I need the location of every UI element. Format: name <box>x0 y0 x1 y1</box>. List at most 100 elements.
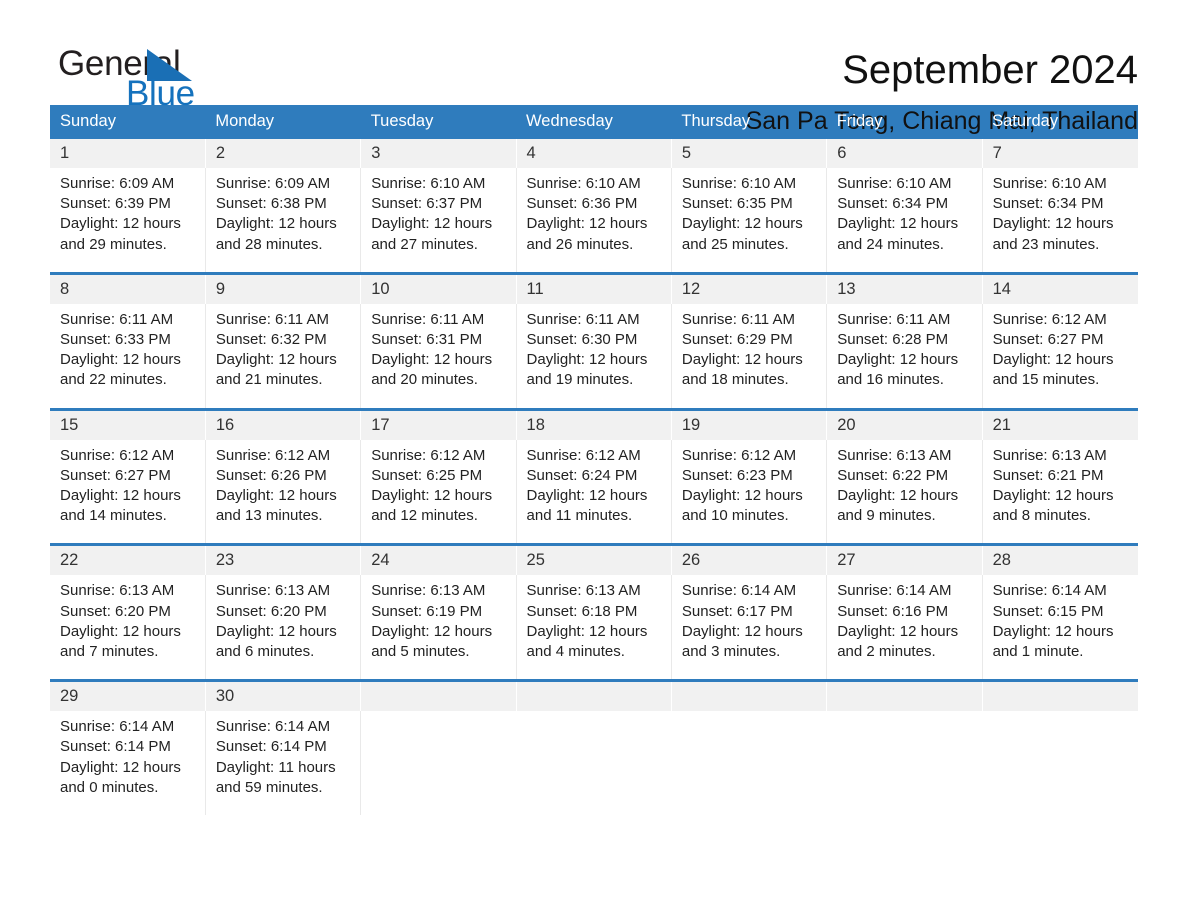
day-daylight-line2-text: and 18 minutes. <box>681 371 789 389</box>
day-number[interactable]: 6 <box>826 139 983 168</box>
day-sunrise-text: Sunrise: 6:12 AM <box>992 310 1107 328</box>
day-number[interactable]: 4 <box>516 139 672 168</box>
day-sunrise-text: Sunrise: 6:13 AM <box>215 582 331 600</box>
day-sunset-text: Sunset: 6:38 PM <box>215 195 327 213</box>
day-daylight-line1-text: Daylight: 12 hours <box>992 351 1114 369</box>
generalblue-logo[interactable]: General Blue <box>50 44 350 114</box>
day-sunset-text: Sunset: 6:35 PM <box>681 195 793 213</box>
day-cell: Sunrise: 6:10 AM Sunset: 6:35 PM Daylight:… <box>671 168 828 274</box>
day-daylight-line2-text: and 8 minutes. <box>992 507 1091 525</box>
day-number[interactable]: 14 <box>982 271 1138 304</box>
day-number[interactable]: 10 <box>360 271 517 304</box>
day-number[interactable]: 24 <box>360 543 517 576</box>
day-cell: Sunrise: 6:11 AM Sunset: 6:28 PM Daylight:… <box>826 303 983 410</box>
day-sunrise-text: Sunrise: 6:11 AM <box>681 310 795 328</box>
day-number[interactable]: 12 <box>671 271 828 304</box>
week-detail-row: Sunrise: 6:13 AM Sunset: 6:20 PM Daylight:… <box>50 575 1138 681</box>
day-number[interactable]: 17 <box>360 407 517 440</box>
day-cell: Sunrise: 6:13 AM Sunset: 6:19 PM Daylight:… <box>360 575 517 681</box>
day-number[interactable]: 27 <box>826 543 983 576</box>
day-number[interactable]: 16 <box>205 407 362 440</box>
day-daylight-line1-text: Daylight: 12 hours <box>371 487 493 505</box>
day-daylight-line1-text: Daylight: 12 hours <box>837 351 959 369</box>
day-number[interactable]: 11 <box>516 271 672 304</box>
day-cell: Sunrise: 6:13 AM Sunset: 6:22 PM Daylight:… <box>826 439 983 545</box>
day-daylight-line2-text: and 3 minutes. <box>681 643 781 661</box>
day-number[interactable]: 23 <box>205 543 362 576</box>
day-daylight-line2-text: and 21 minutes. <box>215 371 323 389</box>
day-cell: Sunrise: 6:12 AM Sunset: 6:25 PM Daylight:… <box>360 439 517 545</box>
day-cell: Sunrise: 6:14 AM Sunset: 6:16 PM Daylight:… <box>826 575 983 681</box>
day-sunrise-text: Sunrise: 6:13 AM <box>371 582 486 600</box>
day-sunset-text: Sunset: 6:20 PM <box>60 602 171 620</box>
day-sunrise-text: Sunrise: 6:11 AM <box>371 310 485 328</box>
day-cell: Sunrise: 6:11 AM Sunset: 6:32 PM Daylight:… <box>205 303 362 410</box>
day-number[interactable]: 19 <box>671 407 828 440</box>
day-number[interactable]: 15 <box>50 407 206 440</box>
day-number-empty <box>671 679 828 712</box>
day-cell: Sunrise: 6:13 AM Sunset: 6:21 PM Daylight:… <box>982 439 1138 545</box>
day-cell: Sunrise: 6:12 AM Sunset: 6:24 PM Daylight:… <box>516 439 672 545</box>
day-cell: Sunrise: 6:12 AM Sunset: 6:23 PM Daylight:… <box>671 439 828 545</box>
day-daylight-line1-text: Daylight: 12 hours <box>837 215 959 233</box>
day-daylight-line1-text: Daylight: 12 hours <box>681 215 803 233</box>
day-number[interactable]: 7 <box>982 139 1138 168</box>
week-daynumber-row: 1234567 <box>50 139 1138 168</box>
day-number[interactable]: 29 <box>50 679 206 712</box>
day-number[interactable]: 18 <box>516 407 672 440</box>
day-sunset-text: Sunset: 6:34 PM <box>992 195 1104 213</box>
day-daylight-line2-text: and 16 minutes. <box>837 371 944 389</box>
day-sunset-text: Sunset: 6:34 PM <box>837 195 949 213</box>
day-number-empty <box>826 679 983 712</box>
day-sunrise-text: Sunrise: 6:11 AM <box>215 310 329 328</box>
day-cell: Sunrise: 6:10 AM Sunset: 6:36 PM Daylight:… <box>516 168 672 274</box>
weekday-header-tuesday: Tuesday <box>360 105 517 139</box>
day-daylight-line1-text: Daylight: 12 hours <box>526 351 648 369</box>
day-sunrise-text: Sunrise: 6:09 AM <box>215 175 331 192</box>
day-number[interactable]: 8 <box>50 271 206 304</box>
day-sunrise-text: Sunrise: 6:14 AM <box>60 718 175 736</box>
day-number[interactable]: 30 <box>205 679 362 712</box>
day-cell: Sunrise: 6:10 AM Sunset: 6:34 PM Daylight:… <box>826 168 983 274</box>
day-sunrise-text: Sunrise: 6:14 AM <box>681 582 797 600</box>
day-sunset-text: Sunset: 6:28 PM <box>837 331 949 349</box>
day-number[interactable]: 2 <box>205 139 362 168</box>
day-daylight-line1-text: Daylight: 12 hours <box>992 487 1114 505</box>
day-sunset-text: Sunset: 6:31 PM <box>371 331 483 349</box>
day-sunrise-text: Sunrise: 6:12 AM <box>371 446 486 464</box>
calendar-page: General Blue September 2024 San Pa Tong,… <box>0 0 1188 918</box>
day-daylight-line1-text: Daylight: 12 hours <box>837 487 959 505</box>
title-block: September 2024 San Pa Tong, Chiang Mai, … <box>746 44 1138 138</box>
day-number[interactable]: 26 <box>671 543 828 576</box>
day-daylight-line1-text: Daylight: 12 hours <box>215 215 337 233</box>
day-number[interactable]: 13 <box>826 271 983 304</box>
day-cell: Sunrise: 6:12 AM Sunset: 6:27 PM Daylight:… <box>50 439 206 545</box>
day-number[interactable]: 1 <box>50 139 206 168</box>
day-daylight-line2-text: and 11 minutes. <box>526 507 633 525</box>
day-daylight-line1-text: Daylight: 12 hours <box>681 622 803 640</box>
day-number[interactable]: 22 <box>50 543 206 576</box>
day-sunrise-text: Sunrise: 6:13 AM <box>60 582 175 600</box>
day-number[interactable]: 9 <box>205 271 362 304</box>
day-number[interactable]: 5 <box>671 139 828 168</box>
day-daylight-line1-text: Daylight: 12 hours <box>371 622 493 640</box>
day-daylight-line2-text: and 15 minutes. <box>992 371 1100 389</box>
day-sunset-text: Sunset: 6:20 PM <box>215 602 327 620</box>
day-number[interactable]: 21 <box>982 407 1138 440</box>
day-sunrise-text: Sunrise: 6:14 AM <box>837 582 952 600</box>
day-number[interactable]: 20 <box>826 407 983 440</box>
day-sunrise-text: Sunrise: 6:13 AM <box>837 446 952 464</box>
week-detail-row: Sunrise: 6:09 AM Sunset: 6:39 PM Daylight:… <box>50 168 1138 274</box>
page-subtitle: San Pa Tong, Chiang Mai, Thailand <box>745 107 1138 135</box>
day-cell: Sunrise: 6:11 AM Sunset: 6:29 PM Daylight:… <box>671 303 828 410</box>
day-sunset-text: Sunset: 6:18 PM <box>526 602 638 620</box>
day-number[interactable]: 25 <box>516 543 672 576</box>
day-sunset-text: Sunset: 6:39 PM <box>60 195 171 213</box>
day-number[interactable]: 28 <box>982 543 1138 576</box>
day-sunset-text: Sunset: 6:19 PM <box>371 602 483 620</box>
day-cell: Sunrise: 6:13 AM Sunset: 6:20 PM Daylight:… <box>205 575 362 681</box>
day-daylight-line1-text: Daylight: 12 hours <box>60 758 181 776</box>
day-number[interactable]: 3 <box>360 139 517 168</box>
day-daylight-line2-text: and 19 minutes. <box>526 371 634 389</box>
day-daylight-line1-text: Daylight: 12 hours <box>681 351 803 369</box>
